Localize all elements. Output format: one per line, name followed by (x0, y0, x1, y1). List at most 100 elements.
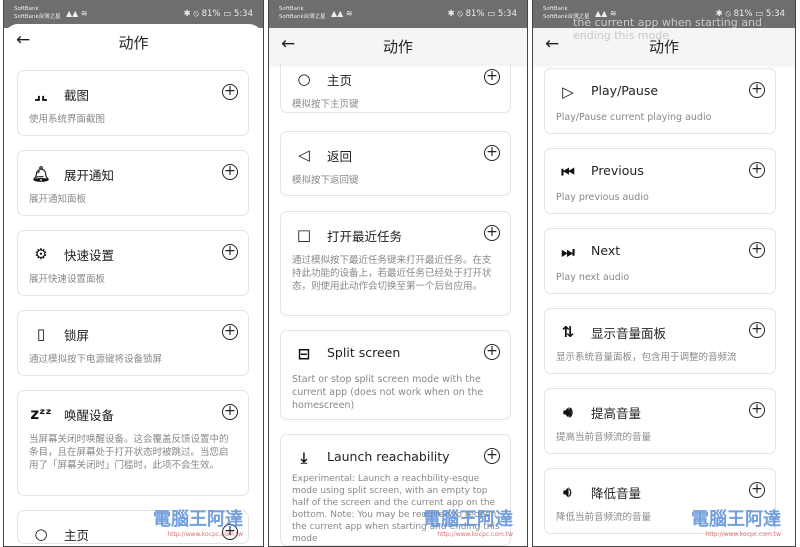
add-action-icon[interactable]: + (484, 69, 500, 85)
triangle-back-icon: ◁ (298, 146, 310, 164)
add-action-icon[interactable]: + (222, 84, 238, 100)
volume-down-icon: 🔉︎ (563, 483, 573, 501)
action-card[interactable]: □ 打开最近任务 + 通过模拟按下最近任务键来打开最近任务。在支持此功能的设备上，若最… (280, 211, 511, 316)
watermark-url: http://www.kocpc.com.tw (705, 531, 781, 538)
action-description: Start or stop split screen mode with the… (292, 374, 484, 411)
carrier-label: SoftBank SoftBank台灣之星 (14, 5, 61, 21)
add-action-icon[interactable]: + (749, 482, 765, 498)
action-title: 打开最近任务 (327, 229, 403, 244)
action-title: 唤醒设备 (64, 408, 115, 423)
action-title: 主页 (64, 528, 90, 543)
action-title: Split screen (327, 345, 401, 360)
add-action-icon[interactable]: + (484, 448, 500, 464)
page-title: 动作 (382, 38, 413, 56)
action-card[interactable]: 🔔︎ 展开通知 + 展开通知面板 (17, 150, 249, 216)
add-action-icon[interactable]: + (222, 324, 238, 340)
action-description: 展开通知面板 (29, 194, 87, 205)
action-card[interactable]: 🔊︎ 提高音量 + 提高当前音频流的音量 (544, 388, 776, 454)
action-description: 使用系统界面截图 (29, 114, 106, 125)
reachability-icon: ⤓ (300, 449, 308, 467)
status-bar: SoftBank SoftBank台灣之星 ▲▲ ≋ ✱ ⦸ 81% ▭ 5:34 (269, 0, 527, 28)
action-description: 通过模拟按下最近任务键来打开最近任务。在支持此功能的设备上，若最近任务已经处于打… (292, 255, 492, 292)
action-title: 展开通知 (64, 168, 115, 183)
status-right: ✱ ⦸ 81% ▭ 5:34 (183, 9, 253, 19)
add-action-icon[interactable]: + (222, 164, 238, 180)
action-card[interactable]: ⌟⌞ 截图 + 使用系统界面截图 (17, 70, 249, 136)
watermark-text: 電腦王阿達 (423, 509, 513, 530)
volume-panel-icon: ⇅ (561, 323, 575, 341)
action-title: Previous (591, 163, 644, 178)
action-card[interactable]: ▯ 锁屏 + 通过模拟按下电源键将设备锁屏 (17, 310, 249, 376)
action-card[interactable]: ⏮ Previous + Play previous audio (544, 148, 776, 214)
watermark-url: http://www.kocpc.com.tw (167, 531, 243, 538)
action-title: 提高音量 (591, 406, 642, 421)
action-title: 快速设置 (64, 248, 115, 263)
actions-sheet: ← 动作 ○ 主页 + 模拟按下主页键 ◁ 返回 + 模拟按下返回键 □ 打开最近任务 + 通过模拟按下最… (269, 28, 527, 546)
add-action-icon[interactable]: + (749, 162, 765, 178)
signal-icons: ▲▲ ≋ (331, 9, 353, 18)
action-description: 提高当前音频流的音量 (556, 432, 652, 443)
circle-icon: ○ (34, 525, 48, 543)
add-action-icon[interactable]: + (749, 402, 765, 418)
action-description: Play previous audio (556, 192, 649, 203)
add-action-icon[interactable]: + (222, 244, 238, 260)
watermark-logo: 電腦王阿達 http://www.kocpc.com.tw (423, 505, 513, 538)
sleep-icon: zᶻᶻ (30, 405, 52, 423)
action-description: 当屏幕关闭时唤醒设备。这会覆盖反馈设置中的条目，且在屏幕处于打开状态时被跳过。当… (29, 434, 229, 471)
watermark-url: http://www.kocpc.com.tw (437, 531, 513, 538)
action-description: 模拟按下返回键 (292, 175, 359, 186)
action-card[interactable]: ⇅ 显示音量面板 + 显示系统音量面板，包含用于调整的音频流 (544, 308, 776, 374)
screens: SoftBank SoftBank台灣之星 ▲▲ ≋ ✱ ⦸ 81% ▭ 5:34 ← 动… (0, 0, 800, 547)
add-action-icon[interactable]: + (484, 225, 500, 241)
app-header: ← 动作 (269, 28, 527, 64)
add-action-icon[interactable]: + (749, 322, 765, 338)
action-description: 展开快速设置面板 (29, 274, 106, 285)
watermark-text: 電腦王阿達 (691, 509, 781, 530)
action-card[interactable]: ⏭ Next + Play next audio (544, 228, 776, 294)
action-card[interactable]: ◁ 返回 + 模拟按下返回键 (280, 131, 511, 196)
page-title: 动作 (118, 34, 149, 52)
action-description: 通过模拟按下电源键将设备锁屏 (29, 354, 163, 365)
watermark-text: 電腦王阿達 (153, 509, 243, 530)
phone-screen-2: SoftBank SoftBank台灣之星 ▲▲ ≋ ✱ ⦸ 81% ▭ 5:34 ← 动… (268, 0, 528, 547)
screenshot-icon: ⌟⌞ (33, 85, 49, 103)
action-title: 降低音量 (591, 486, 642, 501)
circle-icon: ○ (297, 70, 311, 88)
app-header: ← 动作 (4, 24, 263, 60)
watermark-logo: 電腦王阿達 http://www.kocpc.com.tw (691, 505, 781, 538)
action-title: 返回 (327, 149, 353, 164)
action-card[interactable]: ⊟ Split screen + Start or stop split screen… (280, 330, 511, 420)
action-description: Play/Pause current playing audio (556, 112, 712, 123)
lock-phone-icon: ▯ (36, 325, 46, 343)
action-title: 截图 (64, 88, 90, 103)
action-title: Launch reachability (327, 449, 450, 464)
phone-screen-3: SoftBank SoftBank台灣之星 ▲▲ ≋ ✱ ⦸ 81% ▭ 5:34 ← 动… (532, 0, 796, 547)
carrier-1: SoftBank (543, 6, 568, 12)
carrier-2: SoftBank台灣之星 (14, 14, 61, 20)
add-action-icon[interactable]: + (484, 344, 500, 360)
signal-icons: ▲▲ ≋ (66, 9, 88, 18)
play-icon: ▷ (562, 83, 574, 101)
add-action-icon[interactable]: + (484, 145, 500, 161)
action-title: Play/Pause (591, 83, 659, 98)
carrier-1: SoftBank (14, 6, 39, 12)
add-action-icon[interactable]: + (749, 82, 765, 98)
scrolled-text: the current app when starting and ending… (573, 16, 762, 42)
phone-screen-1: SoftBank SoftBank台灣之星 ▲▲ ≋ ✱ ⦸ 81% ▭ 5:34 ← 动… (3, 0, 264, 547)
action-title: Next (591, 243, 621, 258)
add-action-icon[interactable]: + (222, 404, 238, 420)
actions-sheet: ← 动作 ⌟⌞ 截图 + 使用系统界面截图 🔔︎ 展开通知 + 展开通知面板 ⚙ 快速设置 + 展开快速设… (4, 24, 263, 546)
action-card[interactable]: ▷ Play/Pause + Play/Pause current playing a… (544, 68, 776, 134)
status-right: ✱ ⦸ 81% ▭ 5:34 (447, 9, 517, 19)
action-description: Play next audio (556, 272, 630, 283)
action-description: 模拟按下主页键 (292, 99, 359, 110)
action-card[interactable]: ⚙ 快速设置 + 展开快速设置面板 (17, 230, 249, 296)
volume-up-icon: 🔊︎ (563, 403, 573, 421)
watermark-logo: 電腦王阿達 http://www.kocpc.com.tw (153, 505, 243, 538)
gear-icon: ⚙ (34, 245, 48, 263)
square-icon: □ (296, 226, 312, 244)
action-card[interactable]: zᶻᶻ 唤醒设备 + 当屏幕关闭时唤醒设备。这会覆盖反馈设置中的条目，且在屏幕处于打开… (17, 390, 249, 496)
split-screen-icon: ⊟ (297, 345, 311, 363)
add-action-icon[interactable]: + (749, 242, 765, 258)
bell-icon: 🔔︎ (31, 165, 51, 183)
